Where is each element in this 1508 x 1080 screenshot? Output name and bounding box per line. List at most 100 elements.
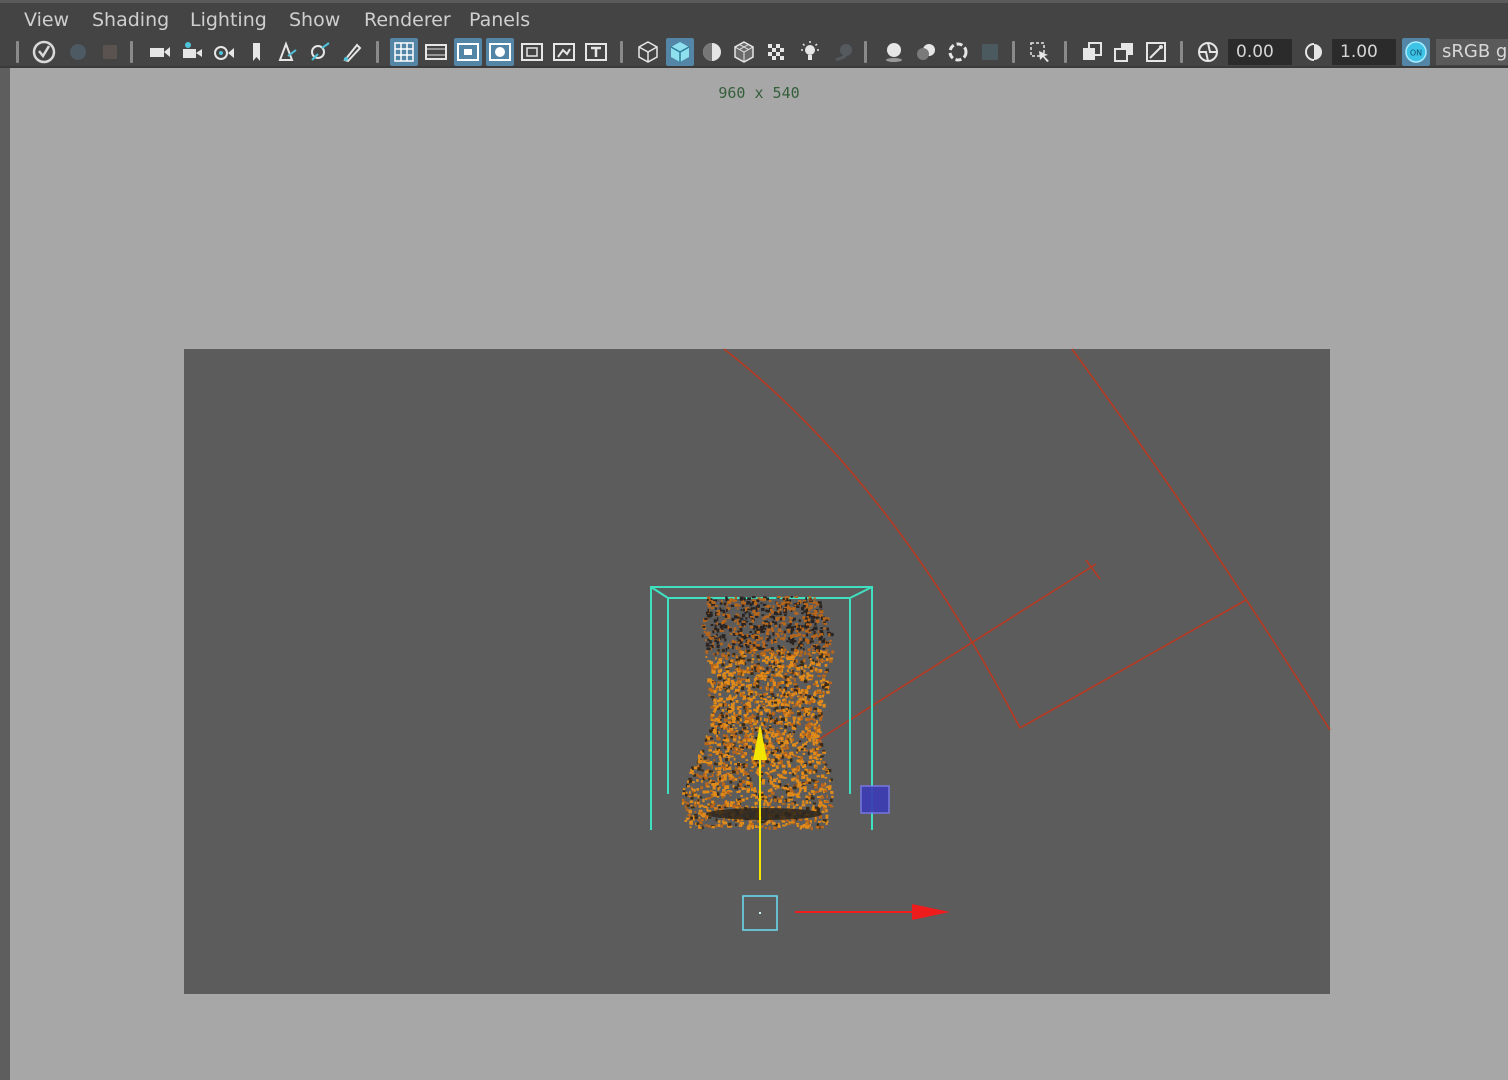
wireframe-on-shaded-icon[interactable] (730, 38, 758, 66)
xray-icon[interactable] (1078, 38, 1106, 66)
fire-voxel (755, 625, 759, 629)
use-all-lights-icon[interactable] (796, 38, 824, 66)
3d-viewport[interactable]: 960 x 540 (10, 68, 1508, 1080)
depth-of-field-icon[interactable] (976, 38, 1004, 66)
menu-renderer[interactable]: Renderer (364, 9, 451, 31)
fire-voxel (815, 744, 818, 746)
menu-panels[interactable]: Panels (469, 9, 530, 31)
fire-voxel (792, 753, 795, 756)
fire-voxel (710, 719, 715, 721)
dolly-camera-icon[interactable] (210, 38, 238, 66)
maya-viewport-panel: View Shading Lighting Show Renderer Pane… (0, 0, 1508, 1080)
smooth-shade-icon[interactable] (666, 38, 694, 66)
gamma-field[interactable]: 1.00 (1332, 39, 1396, 65)
fire-voxel (704, 742, 709, 746)
fire-voxel (793, 743, 797, 747)
menu-show[interactable]: Show (289, 9, 340, 31)
fire-voxel (814, 781, 818, 784)
fire-voxel (798, 654, 803, 657)
fire-voxel (732, 778, 735, 782)
fire-voxel (783, 637, 785, 641)
fire-voxel (774, 658, 779, 661)
fire-voxel (717, 681, 721, 684)
fire-voxel (721, 622, 725, 624)
fire-voxel (764, 627, 767, 630)
safe-title-icon[interactable] (582, 38, 610, 66)
xray-active-components-icon[interactable] (1110, 38, 1138, 66)
fire-voxel (711, 773, 714, 777)
shadows-icon[interactable] (830, 38, 858, 66)
textured-icon[interactable] (762, 38, 790, 66)
isolate-select-icon[interactable] (1026, 38, 1054, 66)
fire-voxel (702, 798, 705, 803)
fire-voxel (698, 816, 701, 819)
fire-voxel (798, 695, 803, 698)
fire-voxel (698, 826, 702, 829)
fire-voxel (685, 817, 690, 820)
screen-space-ao-icon[interactable] (880, 38, 908, 66)
fire-voxel (820, 825, 824, 829)
image-plane-icon[interactable] (242, 38, 270, 66)
fire-voxel (812, 602, 815, 605)
bookmark-icon[interactable] (96, 38, 124, 66)
field-chart-icon[interactable] (518, 38, 546, 66)
fire-voxel (697, 760, 702, 764)
resolution-gate-icon[interactable] (454, 38, 482, 66)
fire-voxel (781, 655, 785, 658)
fire-voxel (803, 745, 807, 748)
default-material-icon[interactable] (698, 38, 726, 66)
view-transform-icon[interactable]: ON (1402, 38, 1430, 66)
fire-voxel (777, 596, 781, 598)
fire-voxel (704, 770, 709, 774)
xray-joints-icon[interactable] (1142, 38, 1170, 66)
fire-voxel (719, 770, 722, 773)
paint-icon[interactable] (338, 38, 366, 66)
fire-voxel (770, 693, 774, 696)
exposure-field[interactable]: 0.00 (1228, 39, 1292, 65)
fire-voxel (722, 795, 725, 799)
fire-voxel (752, 723, 757, 726)
fire-voxel (795, 803, 799, 807)
film-gate-icon[interactable] (422, 38, 450, 66)
fire-voxel (755, 795, 759, 799)
camera-attributes-icon[interactable] (64, 38, 92, 66)
color-space-dropdown[interactable]: sRGB g (1436, 39, 1508, 65)
fire-voxel (718, 693, 722, 696)
fire-voxel (760, 677, 764, 680)
fire-voxel (793, 660, 796, 663)
camera-icon[interactable] (146, 38, 174, 66)
2d-pan-zoom-icon[interactable] (274, 38, 302, 66)
fire-voxel (760, 820, 765, 824)
fire-voxel (793, 672, 796, 676)
exposure-icon[interactable] (1194, 38, 1222, 66)
multisample-aa-icon[interactable] (944, 38, 972, 66)
select-camera-icon[interactable] (30, 38, 58, 66)
fire-voxel (776, 684, 779, 689)
fire-voxel (794, 675, 797, 678)
fire-voxel (806, 675, 808, 679)
fire-voxel (800, 748, 804, 751)
wireframe-icon[interactable] (634, 38, 662, 66)
fire-voxel (725, 668, 730, 671)
fire-voxel (712, 670, 716, 674)
fire-voxel (748, 697, 751, 701)
fire-voxel (778, 652, 781, 656)
safe-action-icon[interactable] (550, 38, 578, 66)
fire-voxel (757, 713, 759, 716)
grease-pencil-icon[interactable] (306, 38, 334, 66)
fire-voxel (682, 788, 686, 791)
fire-voxel (779, 720, 783, 723)
container-resize-handle[interactable] (860, 785, 890, 814)
gate-mask-icon[interactable] (486, 38, 514, 66)
fire-voxel (706, 598, 709, 601)
menu-shading[interactable]: Shading (92, 9, 169, 31)
fire-voxel (708, 778, 710, 781)
motion-blur-icon[interactable] (912, 38, 940, 66)
scene-canvas[interactable] (10, 68, 1508, 1080)
fire-voxel (820, 774, 825, 778)
menu-view[interactable]: View (24, 9, 69, 31)
track-camera-icon[interactable] (178, 38, 206, 66)
menu-lighting[interactable]: Lighting (190, 9, 267, 31)
gamma-icon[interactable] (1300, 38, 1328, 66)
grid-icon[interactable] (390, 38, 418, 66)
